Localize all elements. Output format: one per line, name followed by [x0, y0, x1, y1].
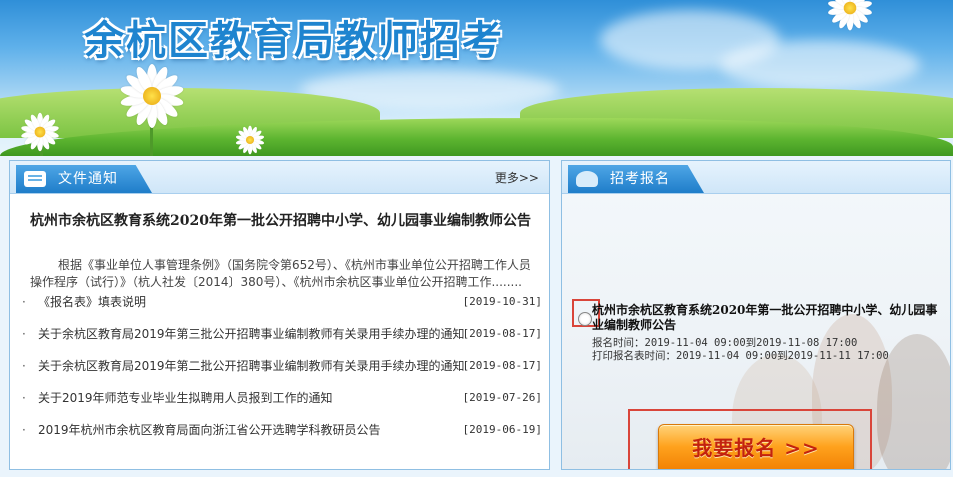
bullet: · — [22, 423, 26, 437]
notices-panel: 文件通知 更多>> 杭州市余杭区教育系统2020年第一批公开招聘中小学、幼儿园事… — [9, 160, 550, 470]
bullet: · — [22, 295, 26, 309]
document-icon — [24, 171, 46, 187]
list-item[interactable]: · 2019年杭州市余杭区教育局面向浙江省公开选聘学科教研员公告 [2019-0… — [22, 420, 542, 452]
notice-title[interactable]: 关于2019年师范专业毕业生拟聘用人员报到工作的通知 — [38, 388, 333, 408]
notice-title[interactable]: 关于余杭区教育局2019年第二批公开招聘事业编制教师有关录用手续办理的通知 — [38, 356, 465, 376]
notice-title[interactable]: 关于余杭区教育局2019年第三批公开招聘事业编制教师有关录用手续办理的通知 — [38, 324, 465, 344]
featured-notice-title[interactable]: 杭州市余杭区教育系统2020年第一批公开招聘中小学、幼儿园事业编制教师公告 — [28, 211, 533, 232]
registration-content: 杭州市余杭区教育系统2020年第一批公开招聘中小学、幼儿园事业编制教师公告 报名… — [562, 194, 950, 469]
exam-select-radio[interactable] — [578, 312, 592, 326]
registration-tab: 招考报名 — [568, 165, 704, 193]
list-item[interactable]: · 关于余杭区教育局2019年第二批公开招聘事业编制教师有关录用手续办理的通知 … — [22, 356, 542, 388]
site-title: 余杭区教育局教师招考 — [84, 18, 504, 64]
list-item[interactable]: · 《报名表》填表说明 [2019-10-31] — [22, 292, 542, 324]
bullet: · — [22, 359, 26, 373]
registration-panel-header: 招考报名 — [562, 161, 950, 194]
notice-date: [2019-07-26] — [462, 391, 542, 404]
notice-title[interactable]: 2019年杭州市余杭区教育局面向浙江省公开选聘学科教研员公告 — [38, 420, 381, 440]
notice-date: [2019-06-19] — [462, 423, 542, 436]
user-icon — [576, 171, 598, 187]
header-banner: 余杭区教育局教师招考 — [0, 0, 953, 156]
notice-title[interactable]: 《报名表》填表说明 — [38, 292, 146, 312]
bullet: · — [22, 327, 26, 341]
featured-notice-summary: 根据《事业单位人事管理条例》（国务院令第652号）、《杭州市事业单位公开招聘工作… — [30, 258, 531, 289]
notices-tab: 文件通知 — [16, 165, 152, 193]
bullet: · — [22, 391, 26, 405]
notice-date: [2019-08-17] — [462, 327, 542, 340]
notices-panel-header: 文件通知 更多>> — [10, 161, 549, 194]
notice-date: [2019-10-31] — [462, 295, 542, 308]
notice-date: [2019-08-17] — [462, 359, 542, 372]
notice-list: · 《报名表》填表说明 [2019-10-31] · 关于余杭区教育局2019年… — [22, 292, 542, 452]
more-link[interactable]: 更多>> — [495, 169, 539, 186]
registration-header-label: 招考报名 — [610, 171, 670, 187]
exam-title: 杭州市余杭区教育系统2020年第一批公开招聘中小学、幼儿园事业编制教师公告 — [592, 303, 938, 332]
register-button[interactable]: 我要报名 >> — [658, 424, 854, 469]
print-time: 打印报名表时间：2019-11-04 09:00到2019-11-11 17:0… — [592, 350, 889, 362]
list-item[interactable]: · 关于余杭区教育局2019年第三批公开招聘事业编制教师有关录用手续办理的通知 … — [22, 324, 542, 356]
registration-panel: 招考报名 杭州市余杭区教育系统2020年第一批公开招聘中小学、幼儿园事业编制教师… — [561, 160, 951, 470]
list-item[interactable]: · 关于2019年师范专业毕业生拟聘用人员报到工作的通知 [2019-07-26… — [22, 388, 542, 420]
notices-header-label: 文件通知 — [58, 171, 118, 187]
